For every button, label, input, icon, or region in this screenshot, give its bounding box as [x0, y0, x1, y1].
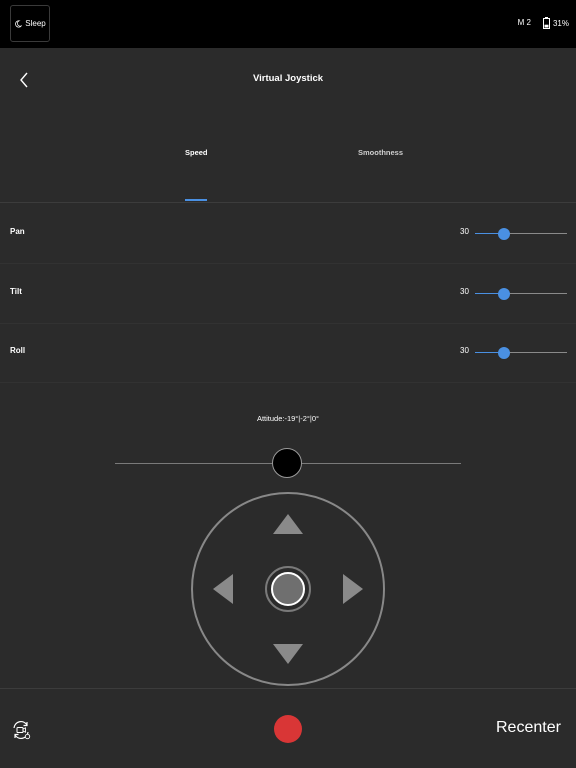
- battery-percent: 31%: [552, 18, 569, 28]
- bottom-toolbar: Recenter: [0, 688, 576, 768]
- switch-camera-button[interactable]: [10, 719, 32, 741]
- arrow-down-icon[interactable]: [273, 644, 303, 664]
- battery-indicator: 31%: [542, 17, 569, 29]
- camera-switch-icon: [13, 720, 31, 740]
- tilt-slider[interactable]: [475, 288, 567, 300]
- slider-thumb[interactable]: [498, 228, 511, 240]
- setting-row-tilt: Tilt 30: [0, 263, 576, 324]
- arrow-right-icon[interactable]: [343, 574, 363, 604]
- arrow-left-icon[interactable]: [213, 574, 233, 604]
- tilt-label: Tilt: [10, 287, 22, 296]
- recenter-button[interactable]: Recenter: [496, 719, 561, 737]
- active-tab-indicator: [185, 199, 207, 201]
- joystick-knob[interactable]: [265, 566, 311, 612]
- moon-icon: [15, 19, 23, 28]
- slider-thumb[interactable]: [498, 347, 511, 359]
- page-title: Virtual Joystick: [252, 73, 324, 84]
- tilt-value: 30: [460, 287, 469, 296]
- sleep-label: Sleep: [25, 19, 46, 28]
- attitude-readout: Attitude:-19°|-2°|0°: [256, 414, 320, 423]
- setting-row-pan: Pan 30: [0, 203, 576, 264]
- pan-slider[interactable]: [475, 228, 567, 240]
- setting-row-roll: Roll 30: [0, 322, 576, 383]
- roll-label: Roll: [10, 346, 26, 355]
- arrow-up-icon[interactable]: [273, 514, 303, 534]
- page-header: Virtual Joystick: [0, 48, 576, 110]
- tab-speed[interactable]: Speed: [185, 148, 208, 157]
- roll-control-knob[interactable]: [272, 448, 302, 478]
- battery-icon: [542, 17, 550, 29]
- slider-thumb[interactable]: [498, 288, 511, 300]
- tab-smoothness[interactable]: Smoothness: [358, 148, 403, 157]
- pan-value: 30: [460, 227, 469, 236]
- record-button[interactable]: [274, 715, 302, 743]
- roll-value: 30: [460, 346, 469, 355]
- pan-label: Pan: [10, 227, 25, 236]
- joystick-knob-inner: [271, 572, 305, 606]
- roll-slider[interactable]: [475, 347, 567, 359]
- sleep-button[interactable]: Sleep: [10, 5, 50, 42]
- status-bar: Sleep M 2 31%: [0, 0, 576, 48]
- tab-bar: Speed Smoothness: [0, 110, 576, 203]
- mode-indicator: M 2: [517, 18, 531, 27]
